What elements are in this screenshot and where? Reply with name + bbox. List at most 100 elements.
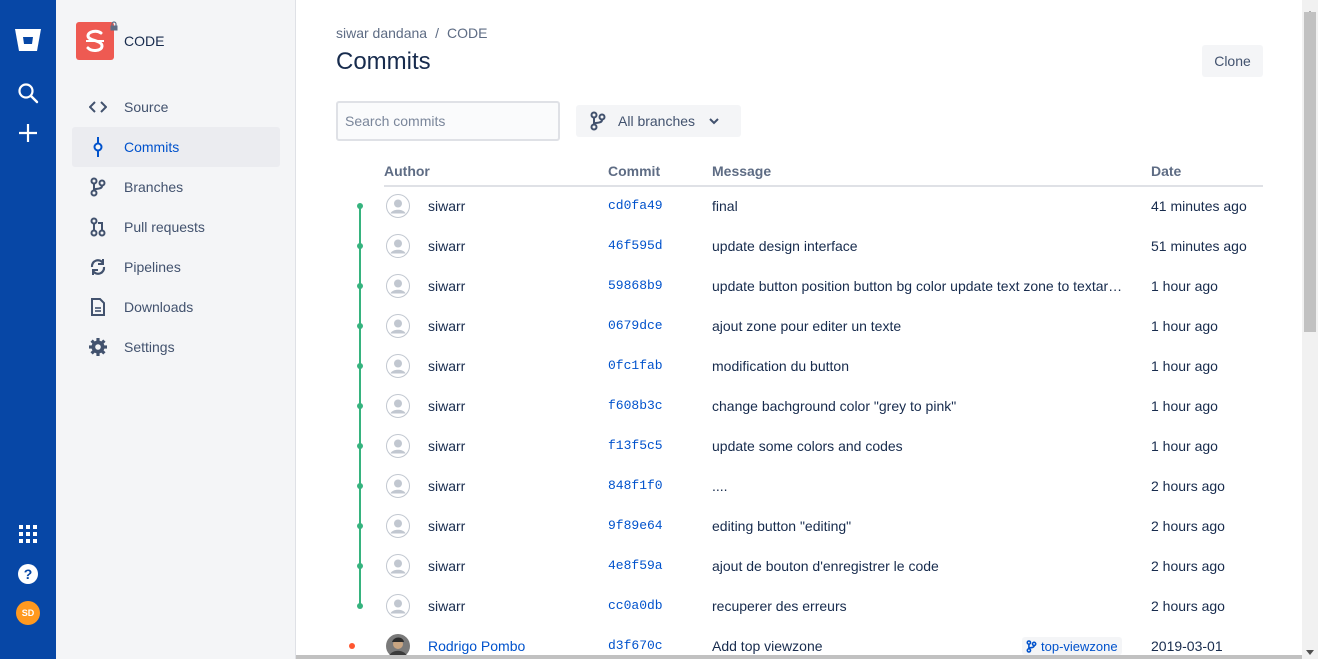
sidebar-item-branches[interactable]: Branches — [72, 167, 280, 207]
commit-graph-node — [357, 323, 363, 329]
vertical-scrollbar[interactable] — [1302, 0, 1318, 659]
commit-graph-node — [357, 363, 363, 369]
commit-hash-link[interactable]: 848f1f0 — [608, 478, 663, 493]
app-switcher-icon[interactable] — [0, 524, 56, 544]
commit-author: siwarr — [428, 238, 466, 254]
commit-hash-link[interactable]: 59868b9 — [608, 278, 663, 293]
commit-row[interactable]: siwarr 848f1f0.... 2 hours ago — [336, 466, 1263, 506]
commit-hash-link[interactable]: d3f670c — [608, 638, 663, 653]
default-avatar-icon[interactable] — [386, 354, 410, 378]
clone-button[interactable]: Clone — [1202, 45, 1263, 77]
sidebar-item-pull-requests[interactable]: Pull requests — [72, 207, 280, 247]
commit-date: 1 hour ago — [1151, 358, 1218, 374]
sidebar-item-label: Pipelines — [124, 259, 181, 275]
breadcrumb-separator: / — [435, 25, 439, 41]
default-avatar-icon[interactable] — [386, 594, 410, 618]
commit-row[interactable]: siwarr 0fc1fab modification du button 1 hou… — [336, 346, 1263, 386]
commit-row[interactable]: siwarr cc0a0db recuperer des erreurs 2 hour… — [336, 586, 1263, 626]
sidebar-item-pipelines[interactable]: Pipelines — [72, 247, 280, 287]
repo-name: CODE — [124, 33, 165, 49]
commit-row[interactable]: siwarr f13f5c5 update some colors and code… — [336, 426, 1263, 466]
commit-hash-link[interactable]: 9f89e64 — [608, 518, 663, 533]
user-avatar[interactable]: SD — [0, 601, 56, 625]
commit-date: 1 hour ago — [1151, 398, 1218, 414]
commit-row[interactable]: siwarr f608b3c change bachground color "gr… — [336, 386, 1263, 426]
commit-graph-node — [357, 603, 363, 609]
default-avatar-icon[interactable] — [386, 274, 410, 298]
commit-hash-link[interactable]: 46f595d — [608, 238, 663, 253]
sidebar-item-label: Downloads — [124, 299, 194, 315]
commit-hash-link[interactable]: f13f5c5 — [608, 438, 663, 453]
page-title: Commits — [336, 48, 431, 75]
scrollbar-thumb[interactable] — [1304, 12, 1316, 332]
repo-sidebar: CODE Source Commits Branches Pull reques… — [56, 0, 296, 659]
commit-graph-node — [349, 643, 355, 649]
search-commits-input[interactable] — [336, 101, 560, 141]
avatar-initials: SD — [16, 601, 40, 625]
breadcrumb: siwar dandana / CODE — [336, 25, 487, 41]
branch-icon — [88, 177, 108, 197]
commit-date: 2019-03-01 — [1151, 638, 1223, 654]
sidebar-item-label: Settings — [124, 339, 175, 355]
default-avatar-icon[interactable] — [386, 514, 410, 538]
commit-row[interactable]: siwarr 4e8f59a ajout de bouton d'enregistr… — [336, 546, 1263, 586]
commit-author[interactable]: Rodrigo Pombo — [428, 638, 525, 654]
sidebar-item-settings[interactable]: Settings — [72, 327, 280, 367]
scroll-down-arrow-icon[interactable] — [1306, 643, 1314, 659]
breadcrumb-repo[interactable]: CODE — [447, 25, 487, 41]
commit-date: 1 hour ago — [1151, 318, 1218, 334]
commit-hash-link[interactable]: cd0fa49 — [608, 198, 663, 213]
commit-date: 2 hours ago — [1151, 518, 1225, 534]
default-avatar-icon[interactable] — [386, 474, 410, 498]
commit-hash-link[interactable]: 0679dce — [608, 318, 663, 333]
horizontal-scrollbar[interactable] — [296, 655, 1302, 659]
default-avatar-icon[interactable] — [386, 434, 410, 458]
lock-icon — [109, 18, 119, 31]
default-avatar-icon[interactable] — [386, 234, 410, 258]
commit-author: siwarr — [428, 398, 466, 414]
commit-row[interactable]: siwarr 9f89e64 editing button "editing" 2 h… — [336, 506, 1263, 546]
commit-author: siwarr — [428, 518, 466, 534]
breadcrumb-owner[interactable]: siwar dandana — [336, 25, 427, 41]
commit-row[interactable]: siwarr 0679dce ajout zone pour editer un t… — [336, 306, 1263, 346]
commit-hash-link[interactable]: cc0a0db — [608, 598, 663, 613]
default-avatar-icon[interactable] — [386, 194, 410, 218]
sidebar-item-label: Pull requests — [124, 219, 205, 235]
sidebar-item-commits[interactable]: Commits — [72, 127, 280, 167]
commit-graph-node — [357, 403, 363, 409]
default-avatar-icon[interactable] — [386, 394, 410, 418]
commit-message: change bachground color "grey to pink" — [712, 398, 957, 414]
commit-author: siwarr — [428, 278, 466, 294]
commit-author: siwarr — [428, 558, 466, 574]
commit-row[interactable]: siwarr cd0fa49 final 41 minutes ago — [336, 186, 1263, 226]
commit-date: 41 minutes ago — [1151, 198, 1247, 214]
commit-message: editing button "editing" — [712, 518, 852, 534]
help-icon[interactable]: ? — [0, 563, 56, 585]
sidebar-item-label: Source — [124, 99, 169, 115]
branch-tag[interactable]: top-viewzone — [1022, 637, 1122, 655]
commit-graph-node — [357, 563, 363, 569]
create-plus-icon[interactable] — [0, 122, 56, 144]
commit-row[interactable]: siwarr 59868b9 update button position butt… — [336, 266, 1263, 306]
search-icon[interactable] — [0, 82, 56, 104]
default-avatar-icon[interactable] — [386, 314, 410, 338]
commit-date: 2 hours ago — [1151, 598, 1225, 614]
sidebar-item-downloads[interactable]: Downloads — [72, 287, 280, 327]
commit-message: update some colors and codes — [712, 438, 903, 454]
commit-hash-link[interactable]: 4e8f59a — [608, 558, 663, 573]
commit-icon — [88, 137, 108, 157]
commit-message: .... — [712, 478, 728, 494]
commit-hash-link[interactable]: 0fc1fab — [608, 358, 663, 373]
table-header: Author Commit Message Date — [384, 163, 1263, 187]
branch-filter-label: All branches — [618, 113, 696, 129]
default-avatar-icon[interactable] — [386, 554, 410, 578]
commit-hash-link[interactable]: f608b3c — [608, 398, 663, 413]
commit-row[interactable]: siwarr 46f595d update design interface 51 m… — [336, 226, 1263, 266]
branch-icon — [1026, 639, 1037, 653]
repo-header[interactable]: CODE — [76, 21, 165, 60]
bitbucket-logo-icon[interactable] — [0, 26, 56, 54]
sidebar-item-source[interactable]: Source — [72, 87, 280, 127]
commit-author: siwarr — [428, 198, 466, 214]
branch-filter-dropdown[interactable]: All branches — [576, 105, 741, 137]
sidebar-item-label: Branches — [124, 179, 184, 195]
